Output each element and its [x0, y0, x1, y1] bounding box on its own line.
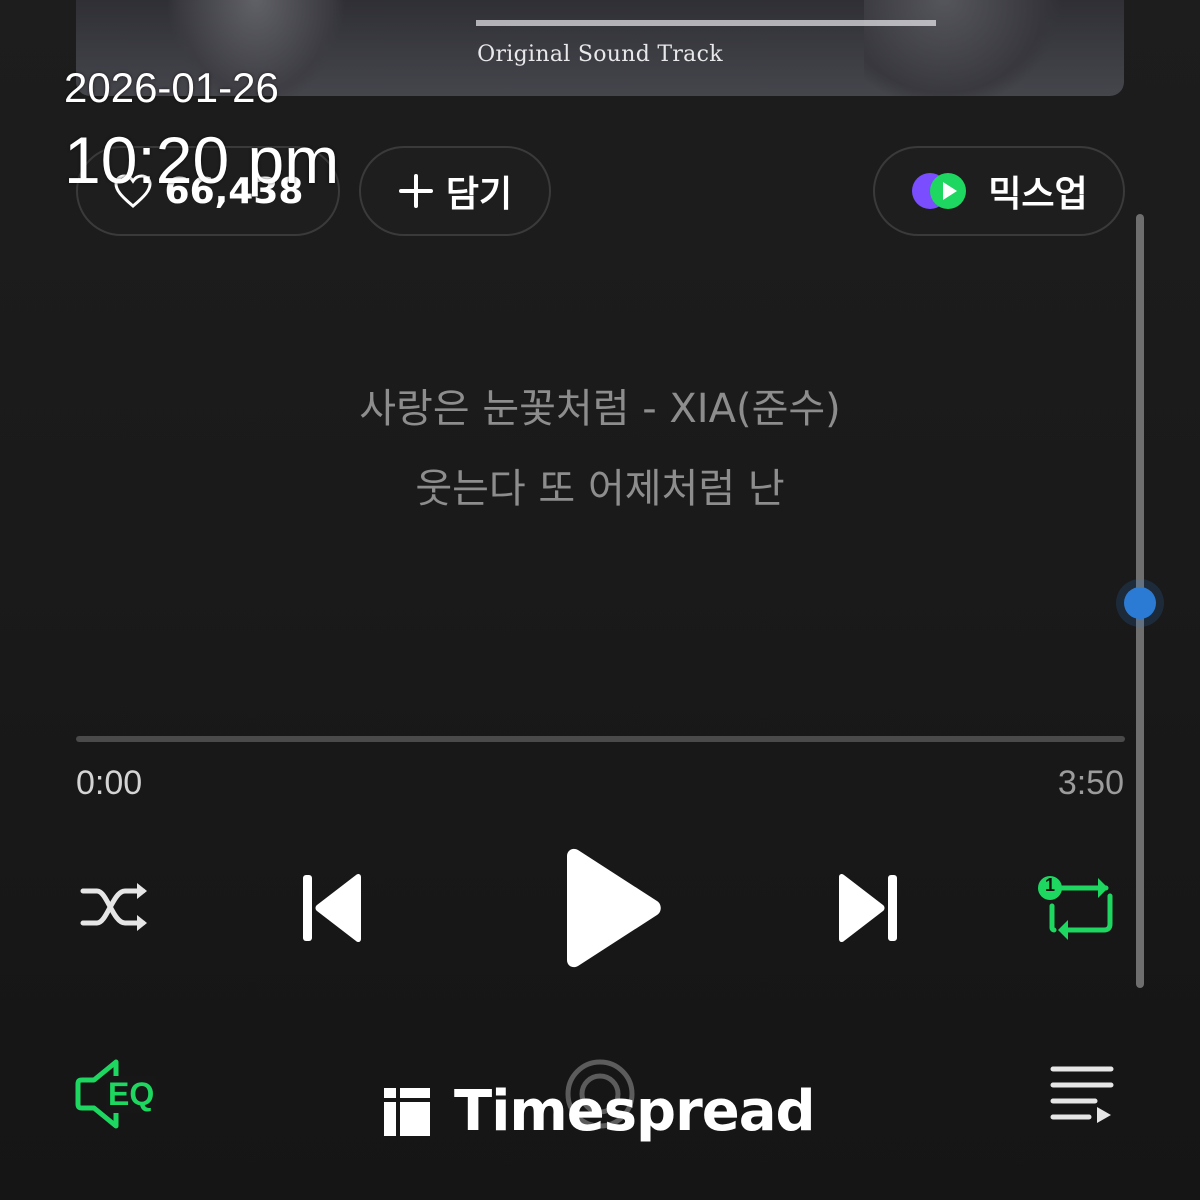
mixup-button[interactable]: 믹스업	[873, 146, 1125, 236]
next-button[interactable]	[832, 870, 904, 950]
lyric-line-next[interactable]: 웃는다 또 어제처럼 난	[0, 456, 1200, 514]
elapsed-time: 0:00	[76, 764, 143, 802]
previous-button[interactable]	[296, 870, 368, 950]
total-time: 3:50	[1057, 764, 1124, 802]
skip-next-icon	[835, 871, 901, 949]
repeat-badge: 1	[1044, 875, 1055, 895]
album-art-title-fragment	[476, 0, 936, 26]
skip-previous-icon	[299, 871, 365, 949]
add-label: 담기	[445, 174, 513, 215]
overlay-time: 10:20 pm	[64, 123, 340, 197]
repeat-one-icon: 1	[1036, 872, 1120, 946]
lyrics-scroll-thumb[interactable]	[1124, 587, 1156, 619]
lyric-line-current[interactable]: 사랑은 눈꽃처럼 - XIA(준수)	[0, 376, 1200, 434]
equalizer-icon: EQ	[72, 1056, 168, 1132]
add-to-playlist-button[interactable]: 담기	[359, 146, 551, 236]
equalizer-button[interactable]: EQ	[72, 1056, 168, 1132]
play-icon	[559, 846, 663, 974]
play-button[interactable]	[556, 846, 666, 974]
shuffle-icon	[79, 877, 155, 941]
shuffle-button[interactable]	[78, 874, 156, 944]
watermark: Timespread	[382, 1076, 816, 1146]
repeat-button[interactable]: 1	[1036, 872, 1120, 946]
plus-icon	[398, 173, 434, 209]
timespread-logo-icon	[382, 1086, 432, 1136]
watermark-text: Timespread	[454, 1078, 816, 1144]
mixup-icon	[910, 171, 976, 211]
eq-label: EQ	[106, 1076, 157, 1113]
playlist-icon	[1049, 1063, 1115, 1127]
playlist-button[interactable]	[1046, 1062, 1118, 1128]
mixup-label: 믹스업	[988, 174, 1088, 215]
progress-bar[interactable]	[76, 736, 1125, 742]
overlay-date: 2026-01-26	[64, 64, 279, 111]
music-player-screen: Original Sound Track 2026-01-26 10:20 pm…	[0, 0, 1200, 1200]
